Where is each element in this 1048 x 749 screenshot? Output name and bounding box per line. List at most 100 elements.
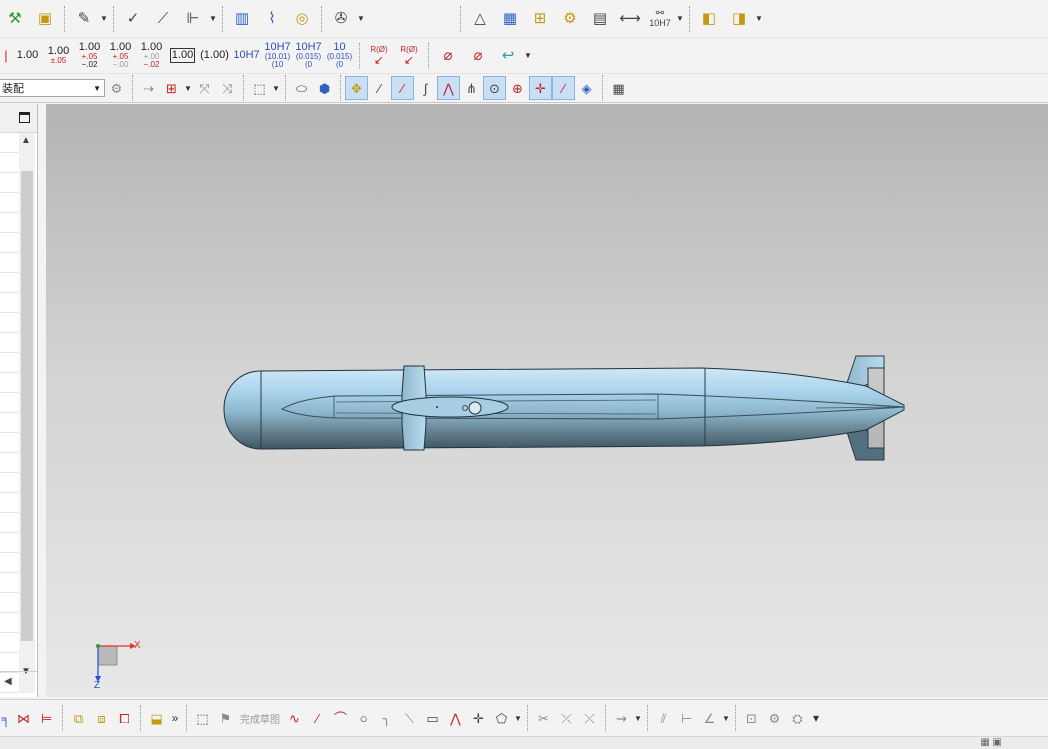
maximize-icon[interactable] [19,112,30,123]
dim-style-fit-tolerance[interactable]: 10H7 (0.015) (0 [293,40,324,72]
dim-style-fit[interactable]: 10H7 [231,40,262,72]
assembly-blocks-icon[interactable]: ◧ [694,4,724,34]
note-abc-icon[interactable]: ✎ [69,4,99,34]
spring-icon[interactable]: ⌇ [257,4,287,34]
navigator-rows[interactable] [0,133,18,693]
arc-icon[interactable]: ⌒ [329,706,352,730]
hole-table-icon[interactable]: ⊞ [525,4,555,34]
chevron-down-icon[interactable]: ▼ [721,714,731,723]
overflow-chevron-icon[interactable]: » [168,711,182,725]
overflow-chevron-icon[interactable]: ▾ [809,711,823,725]
dim-style-bilateral[interactable]: 1.00 +.05 −.02 [74,40,105,72]
circle-icon[interactable]: ○ [352,706,375,730]
dim-style-reference[interactable]: (1.00) [198,40,231,72]
chevron-down-icon[interactable]: ▼ [513,714,523,723]
shape-icon[interactable]: ⬠ [490,706,513,730]
chevron-down-icon[interactable]: ▼ [99,14,109,23]
chevron-down-icon[interactable]: ▼ [183,84,193,93]
component-cube-icon[interactable]: ▣ [30,4,60,34]
angular-dimension-icon[interactable]: ∠ [698,706,721,730]
sketch-star-icon[interactable]: ⬚ [191,706,214,730]
shaded-body-icon[interactable]: ⬭ [290,76,313,100]
dim-style-fit-limits[interactable]: 10H7 (10.01) (10 [262,40,293,72]
tolerance-fit-button[interactable]: ⚯ 10H7 [645,4,675,34]
rapid-dimension-icon[interactable]: ⫽ [652,706,675,730]
chevron-down-icon[interactable]: ▼ [754,14,764,23]
brush-width-icon[interactable]: ⟷ [615,4,645,34]
geometric-constraint-icon[interactable]: ⊡ [740,706,763,730]
surface-finish-icon[interactable]: ✓ [118,4,148,34]
assembly-filter-icon[interactable]: ⚙ [105,76,128,100]
auto-constraint-icon[interactable]: ⚙ [763,706,786,730]
datum-target-icon[interactable]: ⊩ [178,4,208,34]
cylinder-icon[interactable]: ▥ [227,4,257,34]
radius-dimension-alt-button[interactable]: R(Ø) ↙ [394,41,424,71]
rotate-gear-icon[interactable]: ✇ [326,4,356,34]
snap-center-icon[interactable]: ⊙ [483,76,506,100]
point-icon[interactable]: ✛ [467,706,490,730]
radius-dimension-button[interactable]: R(Ø) ↙ [364,41,394,71]
welding-symbol-icon[interactable]: ⟋ [148,4,178,34]
snap-tangent-icon[interactable]: ⋔ [460,76,483,100]
rectangle-icon[interactable]: ▭ [421,706,444,730]
dim-style-unilateral-lower[interactable]: 1.00 +.00 −.02 [136,40,167,72]
bearing-ring-icon[interactable]: ◎ [287,4,317,34]
select-box-plus-icon[interactable]: ⊞ [160,76,183,100]
snap-face-icon[interactable]: ◈ [575,76,598,100]
offset-icon[interactable]: ⊨ [35,706,58,730]
table-grid-icon[interactable]: ▦ [495,4,525,34]
drafting-sheet-icon[interactable]: ⬓ [145,706,168,730]
chevron-down-icon[interactable]: ▼ [356,14,366,23]
status-grid-icon[interactable]: ▦ ▣ [980,737,1002,748]
triangle-icon[interactable]: △ [465,4,495,34]
line-icon[interactable]: ∕ [306,706,329,730]
selection-filter-combo[interactable]: 装配 ▼ [0,79,105,97]
trim-icon[interactable]: ✂ [532,706,555,730]
corner-icon[interactable]: ⤬ [578,706,601,730]
snap-on-curve-icon[interactable]: ∕ [552,76,575,100]
assembly-icon[interactable]: ⧉ [67,706,90,730]
pin-icon[interactable]: ╕ [0,706,12,730]
chevron-down-icon[interactable]: ▼ [271,84,281,93]
chevron-down-icon[interactable]: ▼ [523,51,533,60]
constraint-blocks-icon[interactable]: ⧠ [113,706,136,730]
snap-all-points-icon[interactable]: ✥ [345,76,368,100]
dim-style-unilateral-upper[interactable]: 1.00 +.05 −.00 [105,40,136,72]
polygon-icon[interactable]: ⋀ [444,706,467,730]
dim-style-plain[interactable]: 1.00 [12,40,43,72]
scroll-up-icon[interactable]: ▲ [21,135,31,146]
hammer-icon[interactable]: ⚒ [0,4,30,34]
assembly-blocks-alt-icon[interactable]: ◨ [724,4,754,34]
scroll-thumb[interactable] [21,171,33,641]
navigator-scrollbar[interactable]: ▲ ▼ [19,133,35,693]
transform-icon[interactable]: ⤧ [193,76,216,100]
chevron-down-icon[interactable]: ▼ [208,14,218,23]
dim-style-tolerance-only[interactable]: 10 (0.015) (0 [324,40,355,72]
mirror-icon[interactable]: ⋈ [12,706,35,730]
select-rectangle-icon[interactable]: ⬚ [248,76,271,100]
snap-quadrant-icon[interactable]: ⊕ [506,76,529,100]
extend-icon[interactable]: ⤫ [555,706,578,730]
snap-curve-icon[interactable]: ∫ [414,76,437,100]
chamfer-icon[interactable]: ⟍ [398,706,421,730]
snap-control-point-icon[interactable]: ⋀ [437,76,460,100]
finish-flag-icon[interactable]: ⚑ [214,706,237,730]
scroll-left-icon[interactable]: ◀ [0,671,37,693]
linear-dimension-icon[interactable]: ⊢ [675,706,698,730]
fillet-icon[interactable]: ╮ [375,706,398,730]
snap-line-icon[interactable]: ∕ [368,76,391,100]
profile-icon[interactable]: ∿ [283,706,306,730]
component-stack-icon[interactable]: ⧈ [90,706,113,730]
snap-intersection-icon[interactable]: ✛ [529,76,552,100]
move-curve-icon[interactable]: ⇝ [610,706,633,730]
dim-style-symmetric[interactable]: 1.00 ±.05 [43,40,74,72]
text-block-icon[interactable]: ▤ [585,4,615,34]
graphics-viewport[interactable]: X Z [46,104,1048,697]
gears-icon[interactable]: ⚙ [555,4,585,34]
finish-sketch-button[interactable]: 完成草图 [237,711,283,726]
grid-icon[interactable]: ▦ [607,76,630,100]
snap-endpoint-icon[interactable]: ∕ [391,76,414,100]
dim-style-basic[interactable]: 1.00 [167,40,198,72]
reposition-icon[interactable]: ⤨ [216,76,239,100]
solid-cube-icon[interactable]: ⬢ [313,76,336,100]
